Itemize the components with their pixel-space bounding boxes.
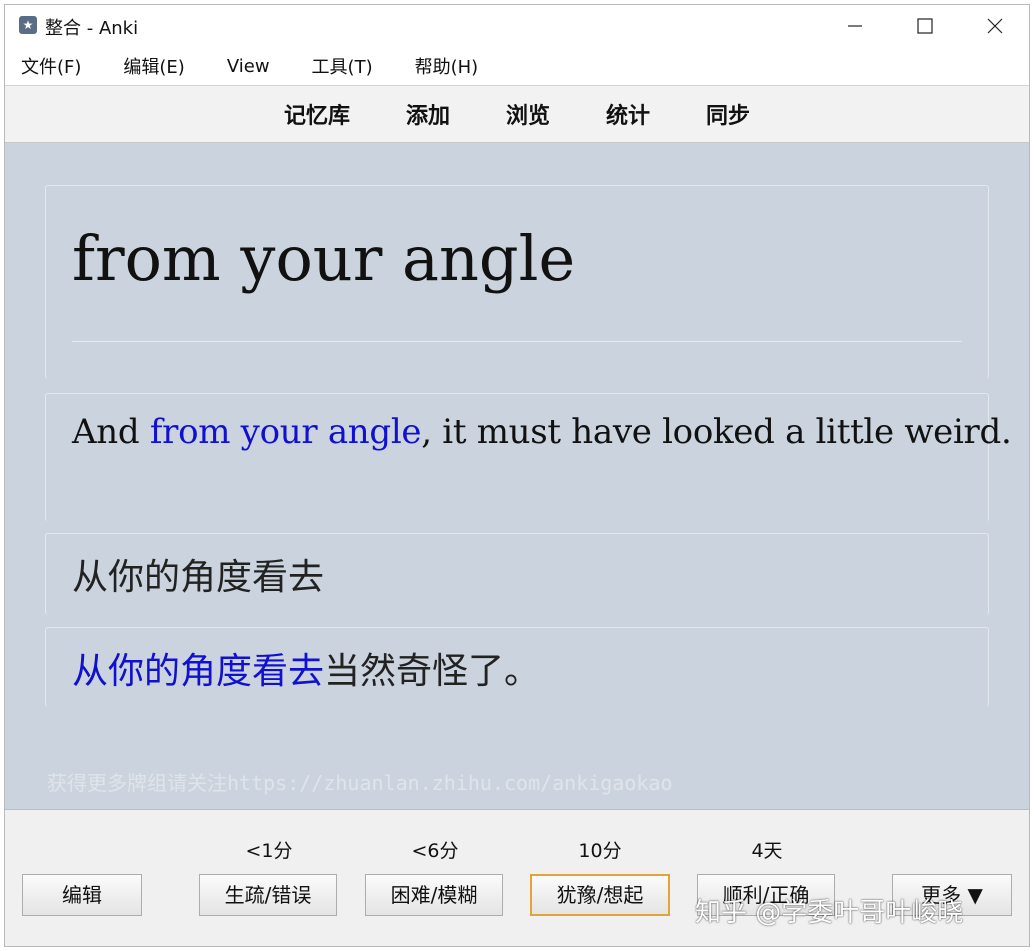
anki-app-icon: ★ xyxy=(19,16,37,34)
card-headword: from your angle xyxy=(72,222,576,295)
minimize-icon xyxy=(848,25,862,27)
menu-view[interactable]: View xyxy=(227,56,270,77)
sentence-after: , it must have looked a little weird. xyxy=(421,412,1012,452)
edit-button[interactable]: 编辑 xyxy=(22,874,142,916)
menu-help[interactable]: 帮助(H) xyxy=(415,53,479,79)
interval-again: <1分 xyxy=(245,840,293,862)
answer-good-button[interactable]: 犹豫/想起 xyxy=(530,874,670,916)
close-icon xyxy=(987,18,1003,34)
answer-again-button[interactable]: 生疏/错误 xyxy=(199,874,337,916)
example-sentence: And from your angle, it must have looked… xyxy=(72,412,1012,452)
maximize-icon xyxy=(917,18,933,34)
zhihu-watermark: 知乎 @学委叶哥叶峻晓 xyxy=(695,898,964,928)
menu-tools[interactable]: 工具(T) xyxy=(312,53,373,79)
headword-divider xyxy=(72,341,962,342)
cn-sentence: 从你的角度看去当然奇怪了。 xyxy=(72,642,540,694)
card-review-area: from your angle And from your angle, it … xyxy=(5,143,1029,809)
sentence-before: And xyxy=(72,412,150,452)
menu-bar: 文件(F) 编辑(E) View 工具(T) 帮助(H) xyxy=(5,47,1029,86)
title-bar[interactable]: ★ 整合 - Anki xyxy=(5,5,1029,47)
interval-easy: 4天 xyxy=(751,840,783,862)
main-toolbar: 记忆库 添加 浏览 统计 同步 xyxy=(5,86,1029,143)
cn-sentence-highlight: 从你的角度看去 xyxy=(72,651,325,692)
example-sentence-box: And from your angle, it must have looked… xyxy=(45,393,1012,521)
cn-sentence-after: 当然奇怪了。 xyxy=(324,651,541,692)
window-title: 整合 - Anki xyxy=(45,18,139,39)
cn-sentence-box: 从你的角度看去当然奇怪了。 xyxy=(45,627,989,707)
interval-hard: <6分 xyxy=(411,840,459,862)
translation-box: 从你的角度看去 xyxy=(45,533,989,615)
answer-bar: 编辑 <1分 生疏/错误 <6分 困难/模糊 10分 犹豫/想起 4天 顺利/正… xyxy=(5,809,1029,946)
menu-file[interactable]: 文件(F) xyxy=(21,53,81,79)
answer-hard-button[interactable]: 困难/模糊 xyxy=(365,874,503,916)
anki-window: ★ 整合 - Anki 文件(F) 编辑(E) View 工具(T) 帮助(H)… xyxy=(4,4,1030,947)
minimize-button[interactable] xyxy=(825,5,885,47)
headword-box: from your angle xyxy=(45,185,989,379)
toolbar-sync[interactable]: 同步 xyxy=(706,98,750,130)
interval-good: 10分 xyxy=(578,840,622,862)
menu-edit[interactable]: 编辑(E) xyxy=(123,53,184,79)
toolbar-browse[interactable]: 浏览 xyxy=(506,98,550,130)
toolbar-add[interactable]: 添加 xyxy=(406,98,450,130)
toolbar-stats[interactable]: 统计 xyxy=(606,98,650,130)
sentence-highlight: from your angle xyxy=(149,412,422,452)
close-button[interactable] xyxy=(965,5,1025,47)
maximize-button[interactable] xyxy=(895,5,955,47)
deck-watermark: 获得更多牌组请关注https://zhuanlan.zhihu.com/anki… xyxy=(47,771,673,795)
toolbar-decks[interactable]: 记忆库 xyxy=(284,98,350,130)
card-translation: 从你的角度看去 xyxy=(72,557,325,598)
